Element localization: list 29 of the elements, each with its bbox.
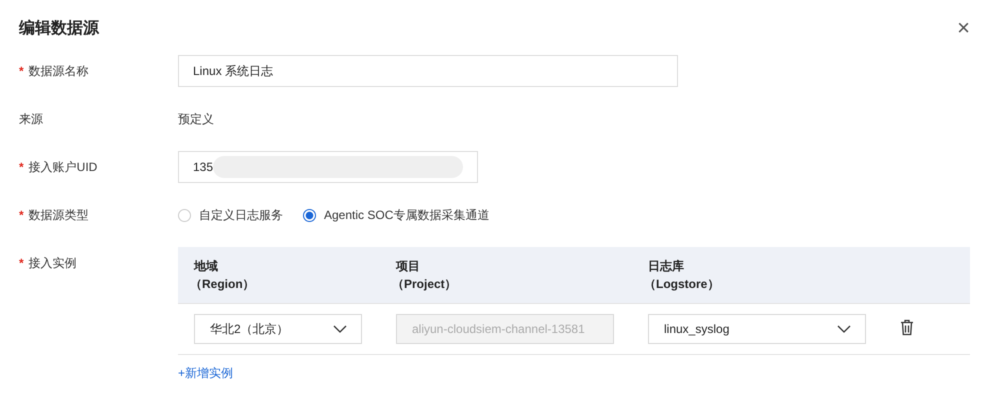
column-subtitle: （Region） (190, 276, 256, 293)
logstore-select[interactable]: linux_syslog (648, 314, 866, 344)
field-label: 来源 (19, 110, 43, 128)
column-title: 地域 (194, 258, 219, 275)
chevron-down-icon (837, 325, 851, 333)
close-button[interactable]: × (957, 17, 970, 39)
column-title: 日志库 (648, 258, 685, 275)
radio-label[interactable]: 自定义日志服务 (199, 206, 283, 224)
region-select[interactable]: 华北2（北京） (194, 314, 362, 344)
delete-icon[interactable] (900, 319, 914, 336)
required-mark: * (19, 64, 24, 78)
field-label: 接入实例 (28, 254, 77, 272)
column-subtitle: （Logstore） (644, 276, 720, 293)
required-mark: * (19, 208, 24, 222)
add-instance-link[interactable]: +新增实例 (178, 365, 234, 382)
field-label: 数据源名称 (28, 62, 89, 80)
radio-label[interactable]: Agentic SOC专属数据采集通道 (324, 206, 490, 224)
input-field[interactable]: Linux 系统日志 (178, 55, 678, 87)
input-field[interactable]: 135 (178, 151, 478, 183)
chevron-down-icon (333, 325, 347, 333)
dialog-title: 编辑数据源 (19, 18, 99, 38)
required-mark: * (19, 256, 24, 270)
required-mark: * (19, 160, 24, 174)
radio-button[interactable] (303, 208, 316, 222)
field-label: 接入账户UID (28, 158, 98, 176)
column-subtitle: （Project） (392, 276, 458, 293)
column-title: 项目 (396, 258, 421, 275)
field-value: 预定义 (178, 111, 214, 128)
field-label: 数据源类型 (28, 206, 89, 224)
